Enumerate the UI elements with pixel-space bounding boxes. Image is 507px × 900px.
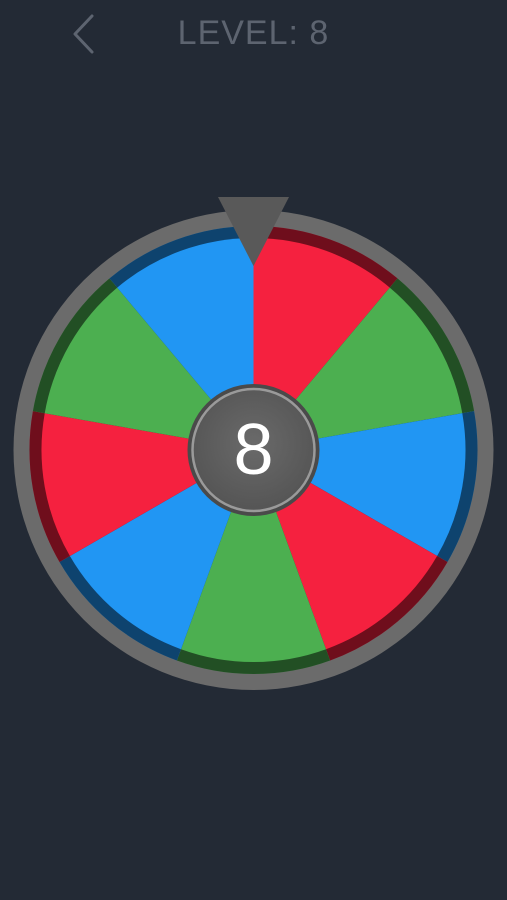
spin-wheel[interactable]: 8	[0, 180, 507, 710]
header-bar: LEVEL: 8	[0, 0, 507, 70]
level-title: LEVEL: 8	[177, 14, 330, 52]
wheel-graphic[interactable]	[0, 180, 507, 710]
wheel-hub	[191, 387, 316, 513]
